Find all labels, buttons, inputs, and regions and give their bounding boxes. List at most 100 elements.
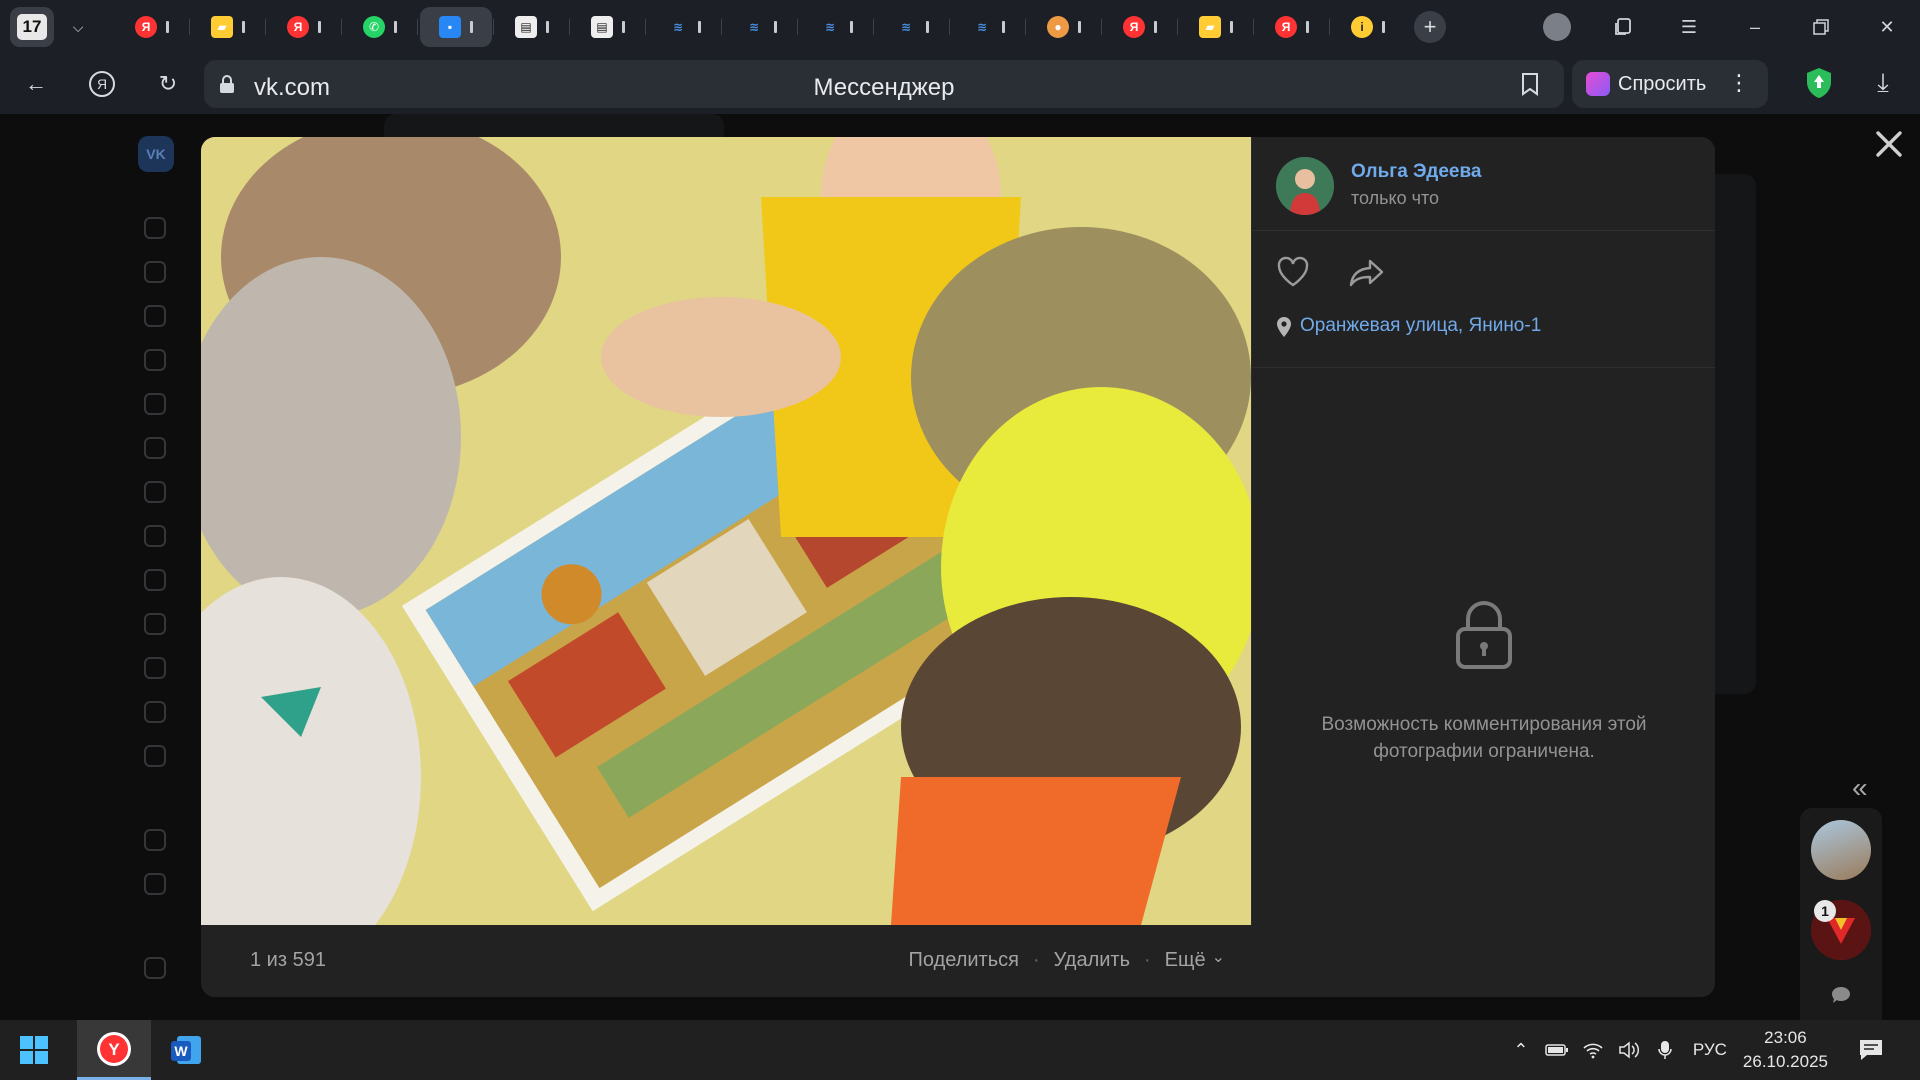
tab-audio-indicator-icon: [166, 21, 169, 33]
wifi-icon[interactable]: [1575, 1041, 1611, 1059]
yandex-browser-icon: Y: [97, 1031, 131, 1066]
tab-audio-indicator-icon: [850, 21, 853, 33]
clock[interactable]: 23:06 26.10.2025: [1743, 1026, 1828, 1074]
browser-tab[interactable]: ✆: [341, 7, 416, 47]
browser-tab[interactable]: ≋: [797, 7, 872, 47]
url-field[interactable]: vk.com Мессенджер: [204, 60, 1564, 108]
battery-icon[interactable]: [1539, 1043, 1575, 1057]
heart-icon[interactable]: [1274, 253, 1312, 291]
ask-ai-label: Спросить: [1618, 72, 1707, 95]
ask-ai-button[interactable]: Спросить ⋮: [1572, 60, 1768, 108]
close-window-icon[interactable]: ✕: [1854, 0, 1920, 54]
document-icon: ▤: [515, 16, 537, 38]
notifications-icon[interactable]: [1856, 1038, 1886, 1062]
stickers-icon: [144, 701, 166, 723]
browser-tab[interactable]: ●: [1025, 7, 1100, 47]
tab-audio-indicator-icon: [622, 21, 625, 33]
volume-icon[interactable]: [1611, 1041, 1647, 1059]
more-dropdown[interactable]: Ещё: [1165, 949, 1225, 972]
bookmark-icon[interactable]: [1520, 72, 1540, 96]
photo-image[interactable]: [201, 137, 1251, 925]
delete-link[interactable]: Удалить: [1054, 949, 1130, 972]
back-arrow-icon[interactable]: ←: [16, 64, 56, 104]
photo-counter: 1 из 591: [250, 949, 326, 971]
tab-audio-indicator-icon: [926, 21, 929, 33]
browser-tab[interactable]: ≋: [645, 7, 720, 47]
browser-tab[interactable]: ≋: [949, 7, 1024, 47]
chevron-down-icon[interactable]: ⌵: [58, 7, 98, 47]
browser-tab[interactable]: ▰: [1177, 7, 1252, 47]
profile-button[interactable]: [1524, 0, 1590, 54]
services-icon: [144, 829, 166, 851]
svg-text:Я: Я: [97, 76, 107, 92]
protect-shield-icon[interactable]: [1804, 66, 1834, 100]
clips-icon: [144, 613, 166, 635]
communities-icon: [144, 437, 166, 459]
taskbar: Y W ⌃ РУС 23:06 26.10.2025: [0, 1020, 1920, 1080]
tab-count: 17: [17, 14, 47, 40]
browser-tab[interactable]: Я: [1253, 7, 1328, 47]
browser-tab[interactable]: ▤: [493, 7, 568, 47]
photo-actions: Оранжевая улица, Янино-1: [1252, 231, 1715, 368]
language-indicator[interactable]: РУС: [1693, 1040, 1727, 1060]
svg-text:W: W: [174, 1043, 188, 1059]
browser-tab[interactable]: Я: [1101, 7, 1176, 47]
info-icon: i: [1351, 16, 1373, 38]
viewer-footer: 1 из 591 Поделиться · Удалить · Ещё: [201, 925, 1715, 997]
taskbar-yandex-browser[interactable]: Y: [77, 1020, 151, 1080]
author-name-link[interactable]: Ольга Эдеева: [1351, 161, 1482, 183]
download-icon[interactable]: ⤓: [1866, 66, 1900, 100]
messages-icon: [144, 305, 166, 327]
tab-audio-indicator-icon: [1382, 21, 1385, 33]
browser-tab[interactable]: i: [1329, 7, 1404, 47]
video-icon: [144, 569, 166, 591]
new-tab-plus-icon[interactable]: +: [1414, 11, 1446, 43]
reload-icon[interactable]: ↻: [148, 64, 188, 104]
browser-tab[interactable]: ≋: [721, 7, 796, 47]
screen: 17 ⌵ Я ▰ Я ✆ ▪ ▤ ▤ ≋ ≋ ≋ ≋ ≋ ● Я ▰ Яi + ☰ – ✕ ← Я ↻ vk.…: [0, 0, 1920, 1080]
feed-icon: [144, 261, 166, 283]
system-tray: ⌃ РУС 23:06 26.10.2025: [1503, 1020, 1920, 1080]
browser-tab[interactable]: ≋: [873, 7, 948, 47]
svg-text:Y: Y: [108, 1040, 120, 1059]
separator-dot: ·: [1032, 949, 1040, 971]
share-link[interactable]: Поделиться: [909, 949, 1019, 972]
collections-icon[interactable]: [1590, 0, 1656, 54]
yandex-home-icon[interactable]: Я: [82, 64, 122, 104]
microphone-icon[interactable]: [1647, 1040, 1683, 1060]
close-viewer-icon[interactable]: [1872, 127, 1906, 161]
browser-tab[interactable]: ▤: [569, 7, 644, 47]
whatsapp-icon: ✆: [363, 16, 385, 38]
browser-tab-strip: 17 ⌵ Я ▰ Я ✆ ▪ ▤ ▤ ≋ ≋ ≋ ≋ ≋ ● Я ▰ Яi + ☰ – ✕: [0, 0, 1920, 54]
ai-spark-icon: [1586, 72, 1610, 96]
tab-audio-indicator-icon: [698, 21, 701, 33]
collapse-chats-icon[interactable]: «: [1852, 772, 1868, 804]
chat-bubble-icon[interactable]: [1830, 986, 1852, 1004]
tab-audio-indicator-icon: [1078, 21, 1081, 33]
more-vertical-icon[interactable]: ⋮: [1728, 70, 1750, 96]
browser-tab[interactable]: ▰: [189, 7, 264, 47]
taskbar-word[interactable]: W: [150, 1020, 224, 1080]
browser-tab[interactable]: Я: [265, 7, 340, 47]
menu-icon[interactable]: ☰: [1656, 0, 1722, 54]
yandex-images-icon: ▰: [211, 16, 233, 38]
browser-tab[interactable]: Я: [116, 7, 188, 47]
chat-avatar-1[interactable]: [1811, 820, 1871, 880]
browser-tab[interactable]: ▪: [417, 7, 492, 47]
author-avatar[interactable]: [1276, 157, 1334, 215]
phone-icon: [144, 349, 166, 371]
location-link[interactable]: Оранжевая улица, Янино-1: [1300, 315, 1541, 337]
gosuslugi-icon: ≋: [900, 20, 912, 34]
tab-count-button[interactable]: 17: [10, 7, 54, 47]
share-arrow-icon[interactable]: [1348, 253, 1388, 291]
photos-icon: [144, 481, 166, 503]
minimize-icon[interactable]: –: [1722, 0, 1788, 54]
clock-time: 23:06: [1764, 1028, 1807, 1047]
restore-icon[interactable]: [1788, 0, 1854, 54]
yandex-icon: Я: [287, 16, 309, 38]
bookmark-outline-icon: [144, 957, 166, 979]
tab-audio-indicator-icon: [242, 21, 245, 33]
footer-actions: Поделиться · Удалить · Ещё: [909, 949, 1225, 972]
windows-start-icon[interactable]: [20, 1036, 48, 1064]
chevron-up-icon[interactable]: ⌃: [1503, 1040, 1539, 1061]
